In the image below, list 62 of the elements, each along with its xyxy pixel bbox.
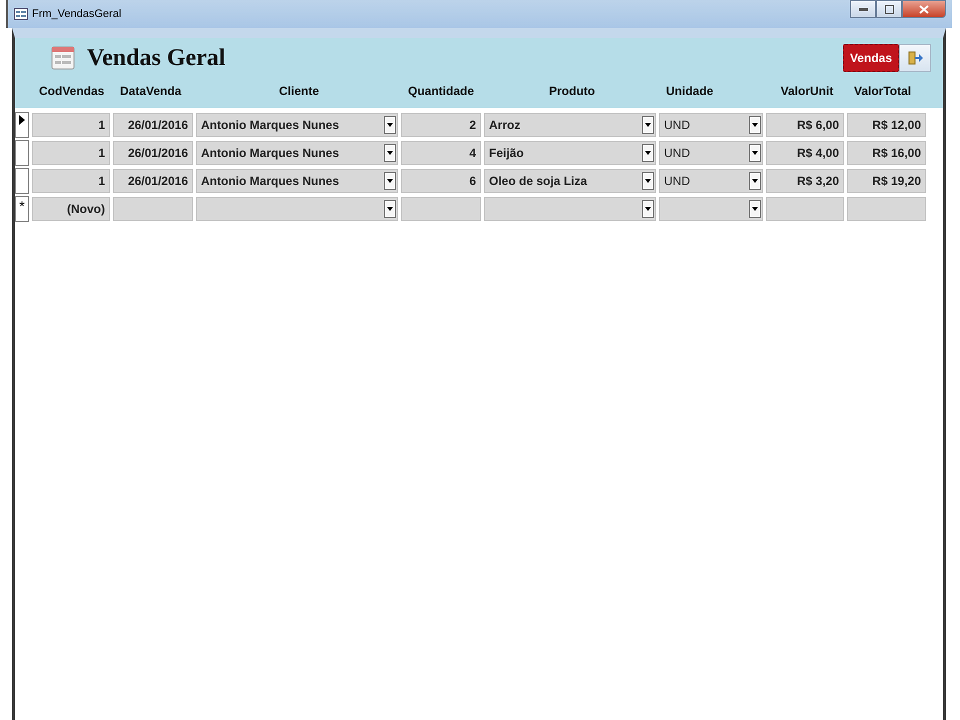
table-cell: (Novo) <box>32 197 110 221</box>
combo-box[interactable]: Oleo de soja Liza <box>484 169 656 193</box>
combo-box[interactable] <box>659 197 763 221</box>
new-record-selector[interactable]: * <box>15 196 29 222</box>
table-cell: 1 <box>32 141 110 165</box>
table-cell: R$ 6,00 <box>766 113 844 137</box>
column-header: Unidade <box>665 84 714 98</box>
minimize-icon <box>858 8 868 10</box>
table-cell: R$ 19,20 <box>847 169 926 193</box>
dropdown-icon <box>384 144 396 162</box>
window-title: Frm_VendasGeral <box>32 8 122 20</box>
table-cell: R$ 16,00 <box>847 141 926 165</box>
table-cell: R$ 12,00 <box>847 113 926 137</box>
minimize-button[interactable] <box>850 0 876 18</box>
combo-box[interactable]: Feijão <box>484 141 656 165</box>
close-button[interactable] <box>902 0 946 18</box>
table-cell: R$ 4,00 <box>766 141 844 165</box>
exit-button[interactable] <box>899 44 931 72</box>
combo-box[interactable]: Antonio Marques Nunes <box>196 169 398 193</box>
table-cell: 6 <box>401 169 481 193</box>
table-cell: 1 <box>32 169 110 193</box>
current-record-icon <box>19 115 25 125</box>
combo-box[interactable]: UND <box>659 141 763 165</box>
dropdown-icon <box>749 172 761 190</box>
table-cell: R$ 3,20 <box>766 169 844 193</box>
table-cell: 26/01/2016 <box>113 169 193 193</box>
table-cell: 4 <box>401 141 481 165</box>
dropdown-icon <box>749 200 761 218</box>
combo-box[interactable]: Antonio Marques Nunes <box>196 113 398 137</box>
combo-box[interactable]: UND <box>659 169 763 193</box>
table-cell: 26/01/2016 <box>113 141 193 165</box>
table-cell: 26/01/2016 <box>113 113 193 137</box>
dropdown-icon <box>384 172 396 190</box>
dropdown-icon <box>749 144 761 162</box>
record-selector[interactable] <box>15 112 29 138</box>
maximize-button[interactable] <box>876 0 902 18</box>
dropdown-icon <box>642 116 654 134</box>
column-header: CodVendas <box>38 84 106 98</box>
column-header: ValorUnit <box>780 84 834 98</box>
table-cell: 2 <box>401 113 481 137</box>
vendas-button[interactable]: Vendas <box>842 44 899 72</box>
form-icon <box>51 46 75 70</box>
form-icon <box>14 8 28 20</box>
dropdown-icon <box>642 144 654 162</box>
maximize-icon <box>884 4 894 14</box>
table-cell: 1 <box>32 113 110 137</box>
door-arrow-icon <box>907 50 923 66</box>
dropdown-icon <box>642 200 654 218</box>
column-header: Quantidade <box>407 84 476 98</box>
column-header: DataVenda <box>119 84 182 98</box>
column-header: ValorTotal <box>853 84 912 98</box>
dropdown-icon <box>749 116 761 134</box>
dropdown-icon <box>642 172 654 190</box>
dropdown-icon <box>384 200 396 218</box>
combo-box[interactable]: UND <box>659 113 763 137</box>
form-title: Vendas Geral <box>87 44 226 72</box>
column-header: Produto <box>548 84 596 98</box>
combo-box[interactable]: Arroz <box>484 113 656 137</box>
column-header: Cliente <box>278 84 320 98</box>
dropdown-icon <box>384 116 396 134</box>
close-icon <box>919 4 929 14</box>
combo-box[interactable]: Antonio Marques Nunes <box>196 141 398 165</box>
